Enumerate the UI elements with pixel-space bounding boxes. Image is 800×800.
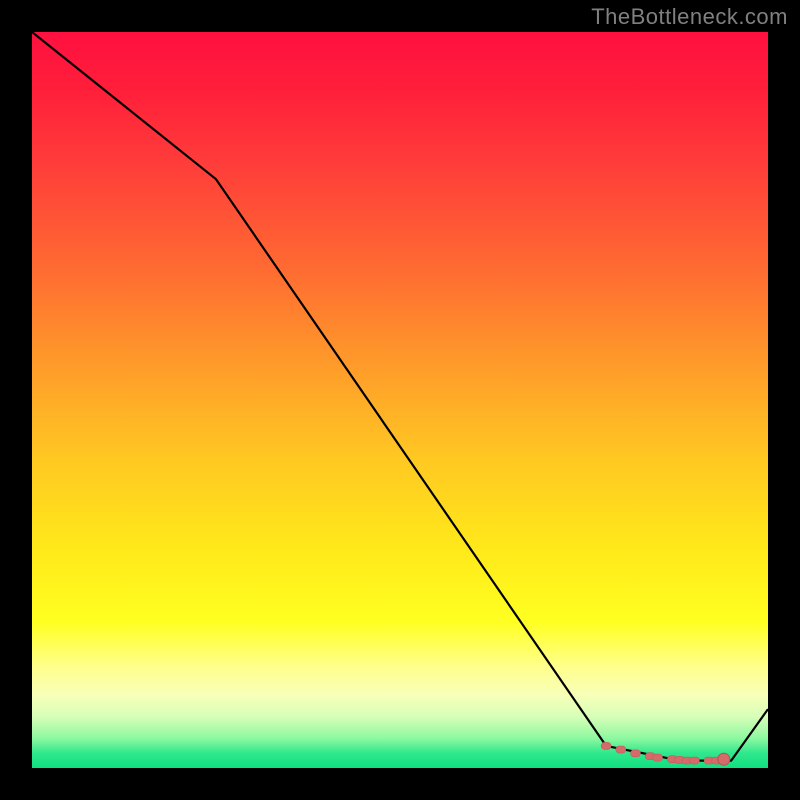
highlight-point: [718, 753, 730, 765]
bottleneck-curve: [32, 32, 768, 761]
chart-overlay: [32, 32, 768, 768]
near-zero-markers: [601, 742, 729, 764]
chart-plot-area: [32, 32, 768, 768]
attribution-text: TheBottleneck.com: [591, 4, 788, 30]
